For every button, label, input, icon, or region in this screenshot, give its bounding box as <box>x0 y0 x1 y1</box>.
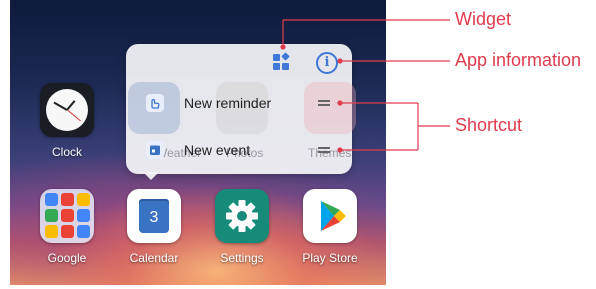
annotation-shortcut: Shortcut <box>455 115 523 135</box>
callout-lines <box>280 19 450 153</box>
annotation-widget: Widget <box>455 9 512 29</box>
annotation-app-information: App information <box>455 50 582 70</box>
